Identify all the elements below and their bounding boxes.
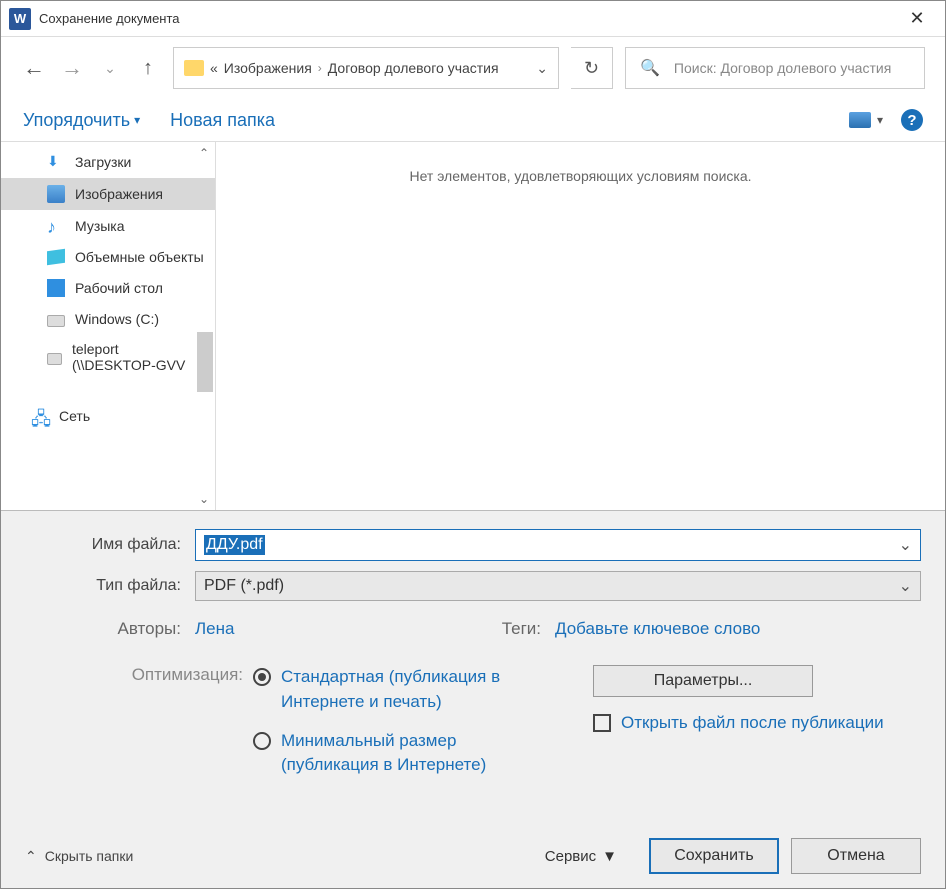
checkbox-icon — [593, 714, 611, 732]
bottom-panel: Имя файла: ДДУ.pdf ⌄ Тип файла: PDF (*.p… — [1, 510, 945, 888]
breadcrumb-bar[interactable]: « Изображения › Договор долевого участия… — [173, 47, 559, 89]
service-menu[interactable]: Сервис ▼ — [545, 848, 617, 865]
tree-label: Сеть — [59, 408, 90, 424]
tree-3d-objects[interactable]: Объемные объекты — [1, 242, 215, 272]
filename-value: ДДУ.pdf — [204, 535, 265, 555]
open-after-label: Открыть файл после публикации — [621, 711, 884, 735]
parameters-button[interactable]: Параметры... — [593, 665, 813, 697]
music-icon: ♪ — [47, 217, 65, 235]
empty-message: Нет элементов, удовлетворяющих условиям … — [409, 168, 751, 184]
optimize-minimal-radio[interactable]: Минимальный размер (публикация в Интерне… — [253, 729, 553, 778]
search-input[interactable]: 🔍 Поиск: Договор долевого участия — [625, 47, 925, 89]
net-drive-icon — [47, 353, 62, 365]
download-icon: ⬇ — [47, 153, 65, 171]
view-menu[interactable]: ▾ — [849, 112, 883, 128]
tree-label: Рабочий стол — [75, 280, 163, 296]
filetype-label: Тип файла: — [25, 577, 195, 595]
chevron-down-icon: ▾ — [134, 113, 140, 127]
scrollbar-thumb[interactable] — [197, 332, 213, 392]
chevron-down-icon[interactable]: ⌄ — [899, 535, 912, 555]
search-icon: 🔍 — [640, 58, 660, 78]
search-placeholder: Поиск: Договор долевого участия — [674, 60, 891, 76]
tree-downloads[interactable]: ⬇ Загрузки — [1, 146, 215, 178]
filetype-select[interactable]: PDF (*.pdf) ⌄ — [195, 571, 921, 601]
service-label: Сервис — [545, 848, 596, 865]
hide-folders-toggle[interactable]: ⌃ Скрыть папки — [25, 848, 133, 865]
tree-label: teleport (\\DESKTOP-GVV — [72, 341, 205, 373]
tree-label: Объемные объекты — [75, 249, 204, 265]
breadcrumb-seg1[interactable]: Изображения — [224, 60, 312, 76]
optimize-standard-radio[interactable]: Стандартная (публикация в Интернете и пе… — [253, 665, 553, 714]
chevron-down-icon: ⌄ — [899, 576, 912, 596]
up-button[interactable]: ↑ — [135, 57, 161, 80]
save-button[interactable]: Сохранить — [649, 838, 779, 874]
organize-label: Упорядочить — [23, 110, 130, 131]
optimize-opt1-label: Стандартная (публикация в Интернете и пе… — [281, 665, 553, 714]
filetype-value: PDF (*.pdf) — [204, 577, 284, 595]
drive-icon — [47, 315, 65, 327]
tree-label: Загрузки — [75, 154, 131, 170]
scroll-down-icon[interactable]: ⌄ — [199, 492, 209, 506]
authors-value[interactable]: Лена — [195, 619, 455, 639]
triangle-down-icon: ▼ — [602, 848, 617, 865]
optimize-opt2-label: Минимальный размер (публикация в Интерне… — [281, 729, 553, 778]
cancel-button[interactable]: Отмена — [791, 838, 921, 874]
tree-label: Windows (C:) — [75, 311, 159, 327]
history-dropdown[interactable]: ⌄ — [97, 60, 123, 77]
new-folder-button[interactable]: Новая папка — [170, 110, 275, 131]
breadcrumb-prefix: « — [210, 60, 218, 76]
titlebar: W Сохранение документа ✕ — [1, 1, 945, 37]
hide-folders-label: Скрыть папки — [45, 848, 134, 864]
body: ⌃ ⬇ Загрузки Изображения ♪ Музыка Объемные… — [1, 141, 945, 510]
tree-images[interactable]: Изображения — [1, 178, 215, 210]
help-button[interactable]: ? — [901, 109, 923, 131]
cube-icon — [47, 249, 65, 266]
tree-desktop[interactable]: Рабочий стол — [1, 272, 215, 304]
authors-label: Авторы: — [25, 619, 195, 639]
image-icon — [47, 185, 65, 203]
chevron-right-icon: › — [318, 61, 322, 75]
scroll-up-icon[interactable]: ⌃ — [199, 146, 209, 160]
radio-icon — [253, 668, 271, 686]
back-button[interactable]: ← — [21, 55, 47, 81]
open-after-checkbox[interactable]: Открыть файл после публикации — [593, 711, 921, 735]
breadcrumb-seg2[interactable]: Договор долевого участия — [328, 60, 499, 76]
word-icon: W — [9, 8, 31, 30]
filename-label: Имя файла: — [25, 536, 195, 554]
refresh-button[interactable]: ↻ — [571, 47, 613, 89]
chevron-up-icon: ⌃ — [25, 848, 37, 865]
window-title: Сохранение документа — [39, 11, 897, 26]
forward-button: → — [59, 55, 85, 81]
tags-label: Теги: — [455, 619, 555, 639]
tree-label: Музыка — [75, 218, 125, 234]
optimize-label: Оптимизация: — [25, 665, 253, 792]
chevron-down-icon: ▾ — [877, 113, 883, 127]
filename-input[interactable]: ДДУ.pdf ⌄ — [195, 529, 921, 561]
tree-drive-c[interactable]: Windows (C:) — [1, 304, 215, 334]
nav-row: ← → ⌄ ↑ « Изображения › Договор долевого… — [1, 37, 945, 99]
folder-icon — [184, 60, 204, 76]
organize-menu[interactable]: Упорядочить ▾ — [23, 110, 140, 131]
file-list-area: Нет элементов, удовлетворяющих условиям … — [216, 142, 945, 510]
toolbar: Упорядочить ▾ Новая папка ▾ ? — [1, 99, 945, 141]
close-button[interactable]: ✕ — [897, 8, 937, 29]
network-icon: 🖧 — [31, 407, 49, 425]
tree-sidebar: ⌃ ⬇ Загрузки Изображения ♪ Музыка Объемные… — [1, 142, 216, 510]
tree-music[interactable]: ♪ Музыка — [1, 210, 215, 242]
tree-teleport[interactable]: teleport (\\DESKTOP-GVV — [1, 334, 215, 380]
desktop-icon — [47, 279, 65, 297]
tags-value[interactable]: Добавьте ключевое слово — [555, 619, 760, 639]
view-icon — [849, 112, 871, 128]
radio-icon — [253, 732, 271, 750]
path-dropdown-icon[interactable]: ⌄ — [536, 60, 548, 77]
tree-label: Изображения — [75, 186, 163, 202]
tree-network[interactable]: 🖧 Сеть — [1, 400, 215, 432]
